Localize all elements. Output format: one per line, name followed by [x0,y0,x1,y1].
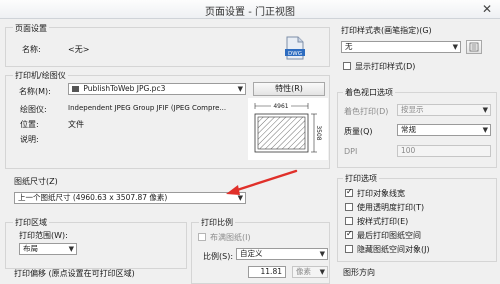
preview-height-label: 3508 [315,125,322,140]
page-setup-name-value: <无> [68,45,90,54]
chevron-down-icon: ▼ [482,106,488,114]
plotter-label: 绘图仪: [20,105,47,114]
paper-size-label: 图纸尺寸(Z) [14,177,58,186]
plot-paperspace-last-checkbox[interactable] [345,229,353,239]
description-label: 说明: [20,135,39,144]
paper-preview: 4961 3508 [248,98,328,160]
page-setup-group-label: 页面设置 [13,23,49,34]
edit-list-icon [469,42,479,52]
plot-transparency-checkbox[interactable] [345,203,353,211]
show-plot-styles-label: 显示打印样式(D) [355,62,416,71]
close-icon[interactable]: ✕ [476,1,498,17]
plotter-value: Independent JPEG Group JFIF (JPEG Compre… [68,104,227,112]
location-value: 文件 [68,120,84,129]
printer-name-value: PublishToWeb JPG.pc3 [83,84,166,93]
paper-size-value: 上一个图纸尺寸 (4960.63 x 3507.87 像素) [18,193,168,202]
quality-value: 常规 [401,125,416,134]
plot-style-table-label: 打印样式表(画笔指定)(G) [341,26,432,35]
scale-label: 比例(S): [203,252,234,261]
plot-style-table-select[interactable]: 无 ▼ [341,41,461,53]
location-label: 位置: [20,120,39,129]
dwg-icon-text: DWG [288,51,302,57]
plot-scale-group-label: 打印比例 [199,217,235,228]
dpi-input[interactable]: 100 [397,145,491,157]
plot-range-label: 打印范围(W): [19,231,68,240]
scale-value: 自定义 [240,249,263,258]
chevron-down-icon: ▼ [482,126,488,134]
dpi-value: 100 [401,146,416,155]
shade-plot-label: 着色打印(D) [344,107,389,116]
printer-name-label: 名称(M): [19,87,51,96]
page-setup-name-label: 名称: [22,45,41,54]
printer-icon [72,86,79,92]
dwg-file-icon: DWG [284,36,306,60]
properties-button[interactable]: 特性(R) [253,82,325,96]
red-annotation-arrow [220,168,300,198]
plot-option-label: 隐藏图纸空间对象(J) [357,245,430,254]
plot-option-label: 打印对象线宽 [357,189,405,198]
plot-option-label: 使用透明度打印(T) [357,203,425,212]
plot-option-label: 最后打印图纸空间 [357,231,421,240]
plot-style-table-value: 无 [345,42,353,51]
scale-value-input[interactable]: 11.81 [248,266,286,278]
chevron-down-icon: ▼ [319,268,325,276]
edit-plot-style-button[interactable] [466,40,482,54]
scale-unit-select[interactable]: 像素 ▼ [292,266,328,278]
hide-paperspace-objects-checkbox[interactable] [345,245,353,253]
dpi-label: DPI [344,147,358,156]
plot-offset-label: 打印偏移 (原点设置在可打印区域) [14,269,135,278]
chevron-down-icon: ▼ [452,43,458,51]
chevron-down-icon: ▼ [68,245,74,253]
shaded-viewport-group-label: 着色视口选项 [343,87,395,98]
scale-unit-value: 像素 [296,267,311,276]
page-setup-group [5,27,330,67]
window-title: 页面设置 - 门正视图 [205,7,295,18]
fit-to-paper-label: 布满图纸(I) [210,233,251,242]
plot-with-styles-checkbox[interactable] [345,217,353,225]
show-plot-styles-checkbox[interactable] [343,62,351,70]
chevron-down-icon: ▼ [237,85,243,93]
plot-option-label: 按样式打印(E) [357,217,409,226]
shade-plot-select[interactable]: 按显示 ▼ [397,104,491,116]
plot-lineweights-checkbox[interactable] [345,187,353,197]
plot-options-group-label: 打印选项 [343,173,379,184]
shade-plot-value: 按显示 [401,105,424,114]
quality-select[interactable]: 常规 ▼ [397,124,491,136]
quality-label: 质量(Q) [344,127,373,136]
fit-to-paper-checkbox[interactable] [198,233,206,241]
plot-area-group-label: 打印区域 [13,217,49,228]
chevron-down-icon: ▼ [319,250,325,258]
printer-group-label: 打印机/绘图仪 [13,70,68,81]
drawing-orientation-label: 图形方向 [343,268,375,277]
scale-select[interactable]: 自定义 ▼ [236,248,328,260]
preview-width-label: 4961 [273,103,288,110]
plot-range-value: 布局 [23,244,38,253]
printer-name-select[interactable]: PublishToWeb JPG.pc3 ▼ [68,83,246,95]
plot-range-select[interactable]: 布局 ▼ [19,243,77,255]
paper-size-select[interactable]: 上一个图纸尺寸 (4960.63 x 3507.87 像素) ▼ [14,192,246,204]
